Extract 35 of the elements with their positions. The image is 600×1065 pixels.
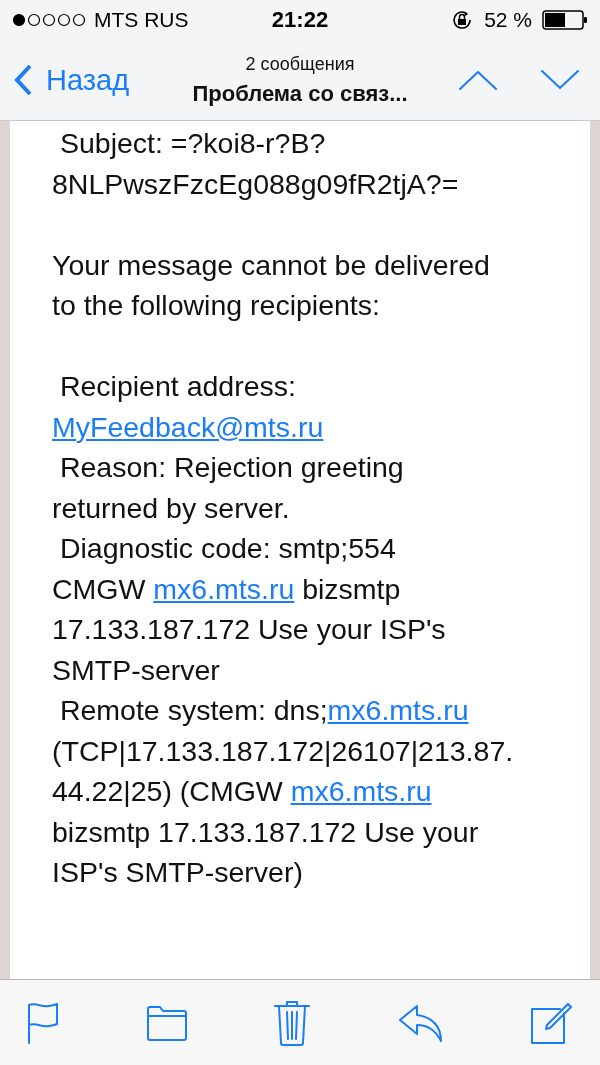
compose-icon[interactable] (530, 1000, 574, 1045)
domain-link[interactable]: mx6.mts.ru (153, 572, 295, 605)
domain-link[interactable]: mx6.mts.ru (290, 775, 432, 807)
message-text-line: (TCP|17.133.187.172|26107|213.87. (52, 733, 515, 769)
message-text-line: 17.133.187.172 Use your ISP's (52, 612, 447, 647)
back-button[interactable]: Назад (14, 63, 184, 97)
back-chevron-icon[interactable] (14, 64, 32, 96)
message-text: Remote system: dns; (58, 694, 328, 726)
message-text-line: Your message cannot be delivered (52, 247, 491, 283)
clock-time: 21:22 (271, 7, 329, 33)
battery-percent: 52 % (484, 8, 532, 32)
message-text-line: Reason: Rejection greeting (58, 450, 405, 485)
signal-icon (12, 13, 86, 27)
message-text-line: Diagnostic code: smtp;554 (58, 531, 397, 566)
trash-icon[interactable] (273, 998, 311, 1047)
message-text-line: to the following recipients: (52, 288, 381, 323)
message-text-line: Subject: =?koi8-r?B? (58, 126, 327, 161)
reply-icon[interactable] (396, 1002, 445, 1043)
message-text: bizsmtp (301, 572, 401, 605)
flag-icon[interactable] (26, 1001, 60, 1044)
thread-title: Проблема со связ... (192, 80, 408, 107)
message-text-line: returned by server. (52, 490, 291, 526)
email-link[interactable]: MyFeedback@mts.ru (52, 410, 324, 443)
message-text: CMGW (52, 572, 147, 605)
message-text-line: Recipient address: (58, 369, 297, 404)
domain-link[interactable]: mx6.mts.ru (327, 694, 469, 726)
folder-icon[interactable] (145, 1004, 188, 1041)
message-count: 2 сообщения (245, 53, 355, 75)
message-text-line: 8NLPwszFzcEg088g09fR2tjA?= (52, 166, 460, 202)
message-text: 44.22|25) (CMGW (52, 775, 284, 807)
carrier-name: MTS RUS (94, 8, 189, 32)
message-text-line: SMTP-server (52, 652, 221, 688)
message-text-line: ISP's SMTP-server) (52, 855, 304, 890)
message-text-line: bizsmtp 17.133.187.172 Use your (52, 814, 480, 850)
battery-icon (542, 10, 588, 30)
